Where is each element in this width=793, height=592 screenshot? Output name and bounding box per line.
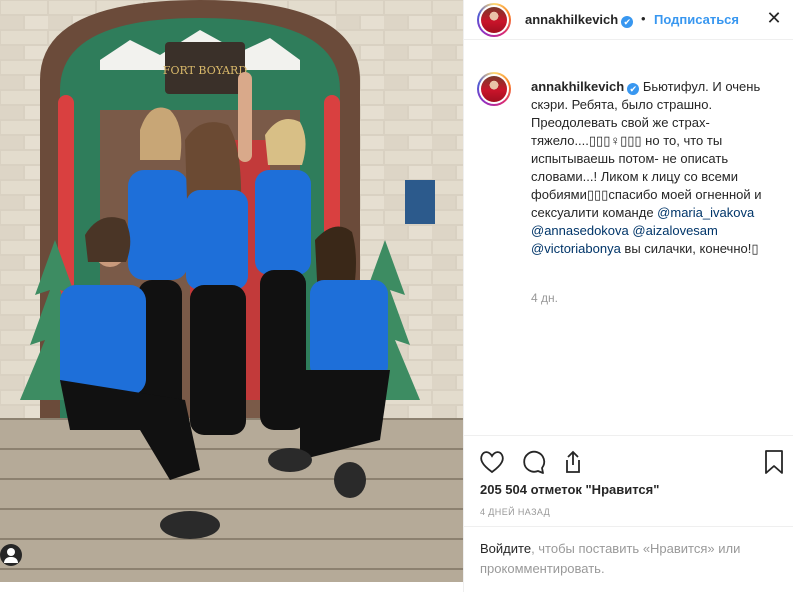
post-header: annakhilkevich ✔ • Подписаться ✕ [464,0,793,40]
verified-badge-icon: ✔ [621,16,634,28]
mention-link[interactable]: @victoriabonya [531,241,621,256]
caption-text: annakhilkevich ✔ Бьютифул. И очень скэри.… [531,78,786,258]
header-separator: • [641,11,646,26]
tagged-user-icon[interactable] [0,544,22,566]
bookmark-icon[interactable] [760,448,788,476]
login-prompt-text: Войдите, чтобы поставить «Нравится» или … [480,539,780,579]
comment-icon[interactable] [519,448,547,476]
author-username[interactable]: annakhilkevich ✔ [525,12,634,28]
mention-link[interactable]: @maria_ivakova [657,205,754,220]
post-date[interactable]: 4 ДНЕЙ НАЗАД [480,507,550,517]
mention-link[interactable]: @aizalovesam [632,223,717,238]
caption-body-1: Бьютифул. И очень скэри. Ребята, было ст… [531,79,762,220]
login-prompt: Войдите, чтобы поставить «Нравится» или … [464,526,793,592]
caption-verified-badge-icon: ✔ [627,83,640,95]
caption-timestamp[interactable]: 4 дн. [531,291,558,305]
post-photo[interactable]: FORT BOYARD [0,0,463,582]
author-username-text[interactable]: annakhilkevich [525,12,618,27]
mention-link[interactable]: @annasedokova [531,223,629,238]
caption-username[interactable]: annakhilkevich [531,79,624,94]
login-link[interactable]: Войдите [480,541,531,556]
share-icon[interactable] [559,448,587,476]
author-avatar[interactable] [477,3,511,37]
heart-icon[interactable] [478,448,506,476]
post-photo-illustration: FORT BOYARD [0,0,463,582]
follow-button[interactable]: Подписаться [654,12,739,27]
close-icon[interactable]: ✕ [764,8,784,28]
caption-author-avatar[interactable] [477,72,511,106]
caption-body-2: вы силачки, конечно!▯ [620,241,759,256]
likes-count[interactable]: 205 504 отметок "Нравится" [480,482,659,497]
fort-boyard-sign: FORT BOYARD [163,64,248,77]
post-side-panel: annakhilkevich ✔ • Подписаться ✕ annakhil… [463,0,793,592]
